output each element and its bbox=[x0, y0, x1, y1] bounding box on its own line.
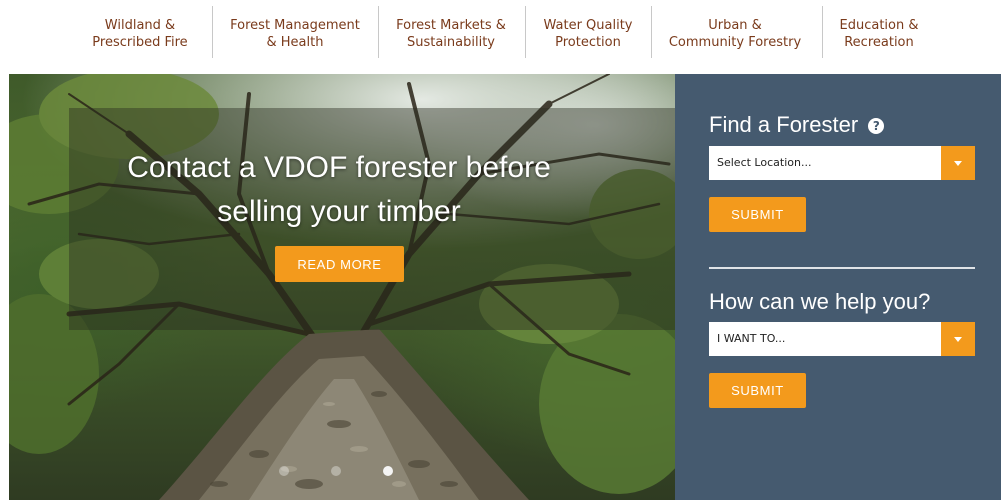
read-more-button[interactable]: READ MORE bbox=[275, 246, 404, 282]
location-select[interactable]: Select Location... bbox=[709, 146, 975, 180]
nav-label-line1: Forest Management bbox=[230, 18, 360, 33]
i-want-to-select-value: I WANT TO... bbox=[717, 332, 786, 345]
question-circle-icon[interactable]: ? bbox=[868, 118, 885, 134]
nav-label-line2: Protection bbox=[555, 35, 621, 50]
find-forester-heading-text: Find a Forester bbox=[709, 112, 859, 137]
help-heading: How can we help you? bbox=[709, 289, 931, 314]
nav-forest-management-health[interactable]: Forest Management & Health bbox=[220, 10, 370, 58]
carousel-dot-1[interactable] bbox=[279, 466, 289, 476]
nav-label-line2: Community Forestry bbox=[668, 35, 802, 50]
panel-divider bbox=[709, 267, 975, 269]
find-forester-submit-button[interactable]: SUBMIT bbox=[709, 197, 806, 232]
nav-urban-community-forestry[interactable]: Urban & Community Forestry bbox=[660, 10, 810, 58]
nav-label-line2: Prescribed Fire bbox=[92, 35, 188, 50]
location-select-value: Select Location... bbox=[717, 156, 812, 169]
nav-separator bbox=[822, 6, 823, 58]
carousel-dot-3[interactable] bbox=[383, 466, 393, 476]
nav-education-recreation[interactable]: Education & Recreation bbox=[824, 10, 934, 58]
nav-label-line2: Sustainability bbox=[406, 35, 495, 50]
nav-forest-markets-sustainability[interactable]: Forest Markets & Sustainability bbox=[386, 10, 516, 58]
nav-water-quality-protection[interactable]: Water Quality Protection bbox=[532, 10, 644, 58]
hero-headline-line2: selling your timber bbox=[217, 195, 461, 228]
nav-separator bbox=[651, 6, 652, 58]
hero-headline-line1: Contact a VDOF forester before bbox=[127, 151, 551, 184]
help-submit-button[interactable]: SUBMIT bbox=[709, 373, 806, 408]
nav-wildland-prescribed-fire[interactable]: Wildland & Prescribed Fire bbox=[80, 10, 200, 58]
find-forester-heading: Find a Forester ? bbox=[709, 111, 885, 139]
chevron-down-icon[interactable] bbox=[941, 146, 975, 180]
main-nav: Wildland & Prescribed Fire Forest Manage… bbox=[0, 0, 1001, 74]
nav-separator bbox=[525, 6, 526, 58]
nav-label-line2: Recreation bbox=[844, 35, 914, 50]
nav-label-line1: Forest Markets & bbox=[396, 18, 506, 33]
hero-carousel: Contact a VDOF forester before selling y… bbox=[9, 74, 675, 500]
i-want-to-select[interactable]: I WANT TO... bbox=[709, 322, 975, 356]
chevron-down-icon[interactable] bbox=[941, 322, 975, 356]
nav-label-line1: Education & bbox=[839, 18, 919, 33]
nav-label-line1: Wildland & bbox=[104, 18, 176, 33]
nav-separator bbox=[378, 6, 379, 58]
nav-separator bbox=[212, 6, 213, 58]
nav-label-line2: & Health bbox=[266, 35, 324, 50]
side-panel: Find a Forester ? Select Location... SUB… bbox=[675, 74, 1001, 500]
hero-headline: Contact a VDOF forester before selling y… bbox=[69, 146, 609, 234]
nav-label-line1: Water Quality bbox=[543, 18, 633, 33]
carousel-dot-2[interactable] bbox=[331, 466, 341, 476]
nav-label-line1: Urban & bbox=[708, 18, 762, 33]
